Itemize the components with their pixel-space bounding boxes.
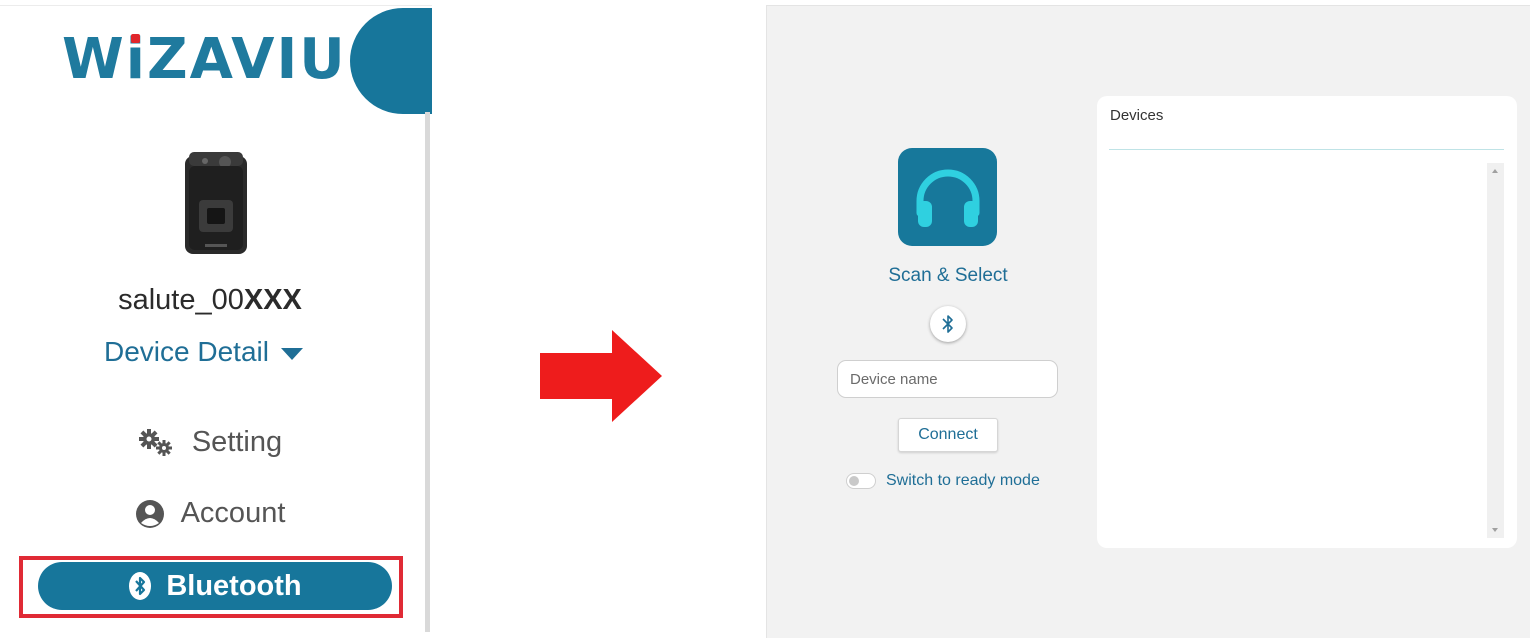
arrow-right-icon xyxy=(540,330,662,422)
devices-divider xyxy=(1109,149,1504,150)
logo-decoration xyxy=(350,8,432,114)
menu-item-setting-label: Setting xyxy=(191,426,283,458)
sidebar: WiZAVIU salute_00XXX Device Detail Setti… xyxy=(0,0,432,638)
devices-list[interactable] xyxy=(1109,166,1489,536)
headphones-icon xyxy=(916,169,979,227)
menu-item-setting[interactable]: Setting xyxy=(0,426,420,459)
body-camera-image xyxy=(185,152,247,254)
device-name-input[interactable] xyxy=(837,360,1058,398)
connect-button[interactable]: Connect xyxy=(898,418,998,452)
sidebar-divider xyxy=(425,112,430,632)
scroll-down-icon[interactable] xyxy=(1492,528,1498,532)
ready-mode-label: Switch to ready mode xyxy=(886,472,1040,489)
caret-down-icon xyxy=(280,348,303,360)
scan-bluetooth-button[interactable] xyxy=(930,306,966,342)
bluetooth-icon xyxy=(129,572,152,600)
device-detail-dropdown[interactable]: Device Detail xyxy=(104,336,303,368)
toggle-knob xyxy=(849,476,859,486)
page-title: Scan & Select xyxy=(888,265,1008,286)
gears-icon xyxy=(138,428,172,456)
menu-item-bluetooth[interactable]: Bluetooth xyxy=(38,562,392,610)
menu-item-account-label: Account xyxy=(180,497,286,529)
devices-panel: Devices xyxy=(1097,96,1517,548)
device-name-suffix: XXX xyxy=(243,284,302,316)
device-name: salute_00XXX xyxy=(0,284,420,317)
device-name-prefix: salute_00 xyxy=(118,284,244,316)
scroll-up-icon[interactable] xyxy=(1492,169,1498,173)
menu-item-bluetooth-label: Bluetooth xyxy=(166,569,302,602)
menu-item-account[interactable]: Account xyxy=(0,497,420,530)
bluetooth-icon xyxy=(942,315,953,333)
logo: WiZAVIU xyxy=(62,27,347,92)
user-circle-icon xyxy=(135,499,164,528)
devices-scrollbar[interactable] xyxy=(1487,163,1504,538)
logo-dot xyxy=(131,34,140,43)
device-detail-label: Device Detail xyxy=(104,336,269,367)
devices-title: Devices xyxy=(1110,107,1164,124)
app-icon xyxy=(898,148,997,246)
ready-mode-toggle[interactable] xyxy=(846,473,876,489)
ready-mode-row: Switch to ready mode xyxy=(846,472,1040,490)
sidebar-top-edge xyxy=(0,0,432,6)
screenshot: WiZAVIU salute_00XXX Device Detail Setti… xyxy=(0,0,1530,638)
